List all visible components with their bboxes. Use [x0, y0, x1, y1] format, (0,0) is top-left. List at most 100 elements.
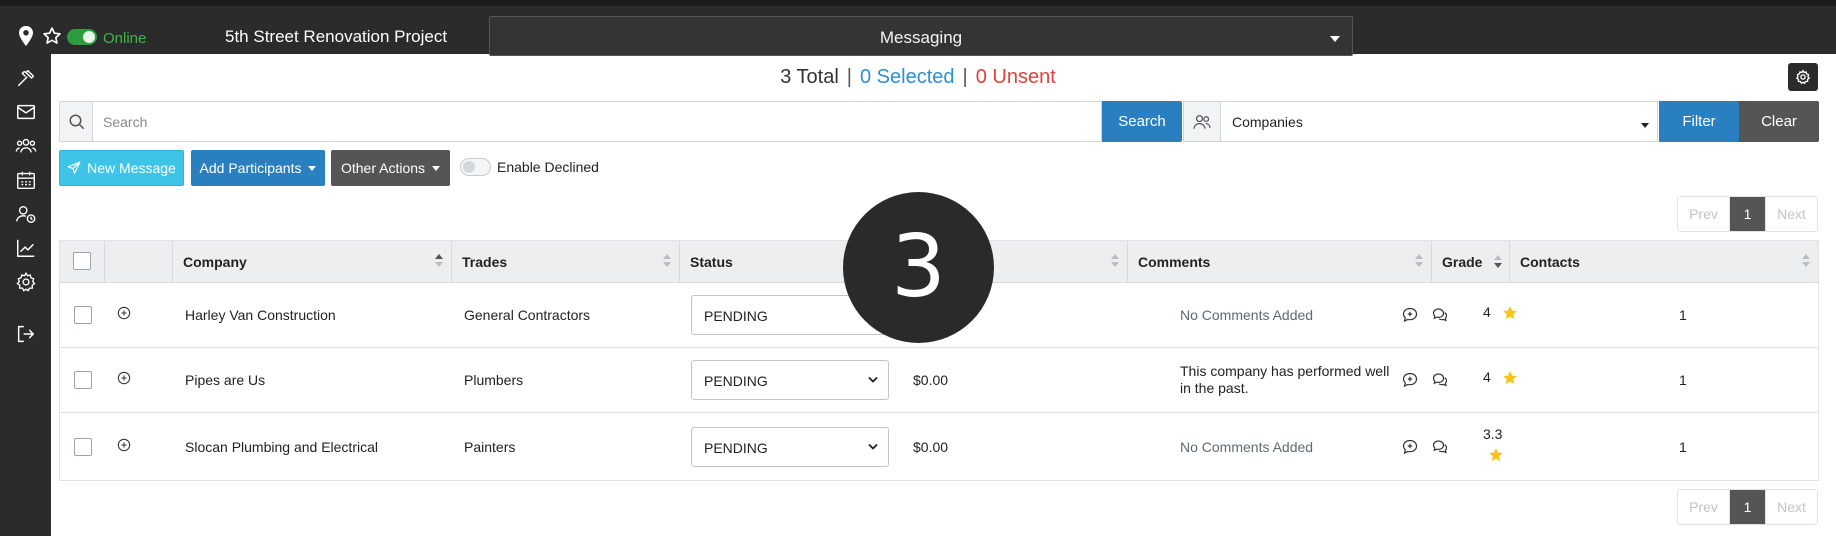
sidebar-item-sign-out[interactable] — [15, 323, 37, 345]
contacts-count[interactable]: 1 — [1679, 372, 1687, 388]
company-name[interactable]: Slocan Plumbing and Electrical — [185, 439, 378, 455]
online-status-label: Online — [103, 30, 147, 47]
status-select[interactable]: PENDING — [691, 360, 889, 400]
status-select[interactable]: PENDING — [691, 427, 889, 467]
expand-header — [105, 241, 173, 283]
sidebar — [0, 54, 51, 536]
gear-icon — [16, 271, 36, 292]
trade-name: Painters — [464, 439, 516, 455]
sidebar-item-contacts[interactable] — [15, 203, 37, 225]
trade-name: General Contractors — [464, 307, 591, 323]
prev-page-button[interactable]: Prev — [1678, 197, 1730, 231]
page-number-button[interactable]: 1 — [1730, 197, 1765, 231]
count-separator: | — [846, 66, 852, 88]
other-actions-label: Other Actions — [340, 160, 426, 176]
comments-icon[interactable] — [1432, 439, 1448, 455]
column-header-label: Status — [690, 254, 733, 270]
users-icon-box — [1184, 102, 1221, 141]
plus-circle-icon[interactable] — [117, 371, 131, 385]
page-number-button[interactable]: 1 — [1730, 490, 1765, 524]
sort-icon — [1415, 254, 1423, 268]
comment-add-icon[interactable] — [1402, 307, 1418, 323]
other-actions-button[interactable]: Other Actions — [331, 150, 450, 186]
table-row[interactable]: Slocan Plumbing and Electrical Painters … — [60, 413, 1818, 480]
sidebar-item-settings[interactable] — [15, 271, 37, 293]
unsent-count[interactable]: 0 Unsent — [976, 66, 1056, 88]
sidebar-item-reports[interactable] — [15, 237, 37, 259]
chart-line-icon — [17, 239, 35, 257]
contacts-count[interactable]: 1 — [1679, 439, 1687, 455]
search-icon-box — [60, 102, 93, 141]
row-checkbox[interactable] — [74, 371, 92, 389]
row-checkbox[interactable] — [74, 306, 92, 324]
company-filter-select[interactable]: Companies — [1183, 101, 1658, 142]
plus-circle-icon[interactable] — [117, 438, 131, 452]
new-message-button[interactable]: New Message — [59, 150, 184, 186]
add-participants-button[interactable]: Add Participants — [191, 150, 325, 186]
enable-declined-toggle[interactable] — [460, 158, 491, 176]
table-row[interactable]: Pipes are Us Plumbers PENDING $0.00 This… — [60, 348, 1818, 413]
top-bar: Online 5th Street Renovation Project Mes… — [0, 0, 1836, 56]
comments-text: No Comments Added — [1180, 439, 1314, 455]
grade-value: 3.3 — [1483, 426, 1503, 442]
column-header-label: Company — [183, 254, 247, 270]
row-checkbox[interactable] — [74, 438, 92, 456]
users-icon — [15, 138, 37, 153]
column-header-label: Comments — [1138, 254, 1211, 270]
status-value: PENDING — [704, 373, 768, 389]
comments-icon[interactable] — [1432, 307, 1448, 323]
sidebar-item-calendar[interactable] — [15, 169, 37, 191]
column-header-label: Contacts — [1520, 254, 1580, 270]
trade-name: Plumbers — [464, 372, 524, 388]
table-settings-button[interactable] — [1788, 63, 1818, 91]
next-page-button[interactable]: Next — [1765, 197, 1817, 231]
online-toggle[interactable] — [67, 29, 97, 45]
sidebar-item-participants[interactable] — [15, 135, 37, 157]
comments-icon[interactable] — [1432, 372, 1448, 388]
users-icon — [1193, 115, 1211, 129]
module-select[interactable]: Messaging — [489, 16, 1353, 56]
chevron-down-icon — [868, 376, 878, 383]
sidebar-item-messaging[interactable] — [15, 101, 37, 123]
step-number-badge: 3 — [843, 192, 994, 343]
column-header-grade[interactable]: Grade — [1432, 241, 1510, 283]
sort-icon — [1802, 254, 1810, 268]
plus-circle-icon[interactable] — [117, 306, 131, 320]
column-header-company[interactable]: Company — [173, 241, 452, 283]
prev-page-button[interactable]: Prev — [1678, 490, 1730, 524]
sign-out-icon — [17, 325, 35, 343]
count-separator: | — [962, 66, 968, 88]
clear-button[interactable]: Clear — [1739, 101, 1819, 142]
select-all-header — [60, 241, 105, 283]
contacts-count[interactable]: 1 — [1679, 307, 1687, 323]
bid-amount: $0.00 — [913, 439, 949, 455]
selected-count[interactable]: 0 Selected — [860, 66, 955, 88]
sort-icon — [1111, 254, 1119, 268]
search-bar — [59, 101, 1102, 142]
calendar-icon — [17, 171, 35, 189]
company-name[interactable]: Pipes are Us — [185, 372, 265, 388]
column-header-trades[interactable]: Trades — [452, 241, 680, 283]
chevron-down-icon — [868, 443, 878, 450]
status-value: PENDING — [704, 440, 768, 456]
column-header-label: Grade — [1442, 254, 1483, 270]
search-input[interactable] — [94, 102, 1101, 141]
module-select-value: Messaging — [879, 28, 963, 47]
column-header-contacts[interactable]: Contacts — [1510, 241, 1818, 283]
search-button[interactable]: Search — [1102, 101, 1182, 142]
comment-add-icon[interactable] — [1402, 439, 1418, 455]
comment-add-icon[interactable] — [1402, 372, 1418, 388]
map-pin-icon[interactable] — [18, 26, 34, 46]
column-header-comments[interactable]: Comments — [1128, 241, 1432, 283]
bid-amount: $0.00 — [913, 372, 949, 388]
caret-down-icon — [432, 166, 441, 171]
filter-button[interactable]: Filter — [1659, 101, 1739, 142]
total-count: 3 Total — [780, 66, 839, 88]
search-icon — [69, 114, 85, 130]
next-page-button[interactable]: Next — [1765, 490, 1817, 524]
sort-icon — [663, 254, 671, 268]
star-outline-icon[interactable] — [42, 26, 62, 46]
select-all-checkbox[interactable] — [73, 252, 91, 270]
company-name[interactable]: Harley Van Construction — [185, 307, 336, 323]
message-counts: 3 Total | 0 Selected | 0 Unsent — [0, 66, 1836, 89]
